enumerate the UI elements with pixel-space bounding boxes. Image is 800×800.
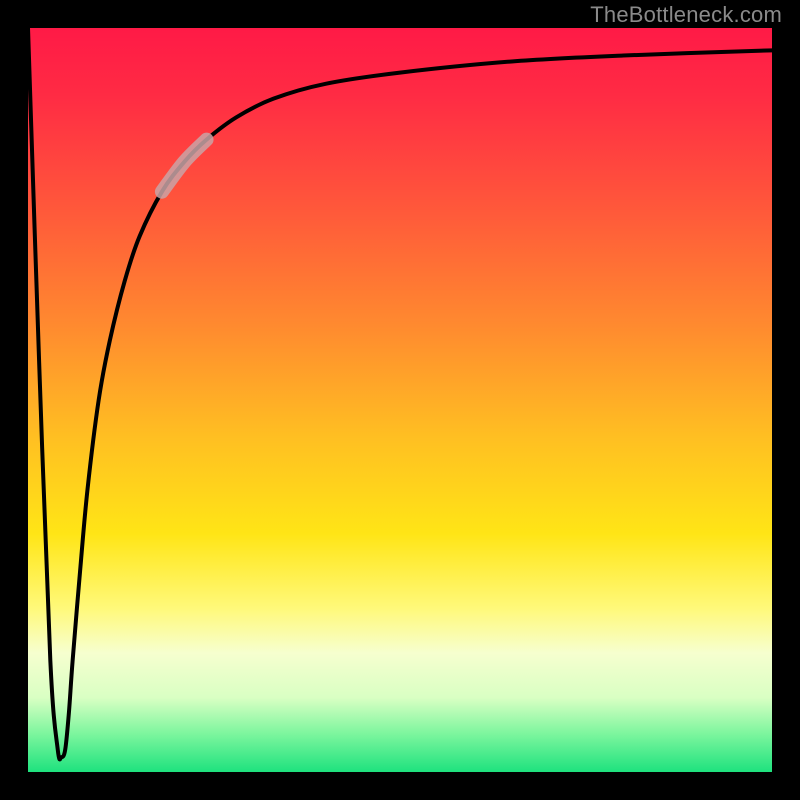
- chart-plot-area: [28, 28, 772, 772]
- attribution-text: TheBottleneck.com: [590, 2, 782, 28]
- bottleneck-curve-path: [28, 28, 772, 759]
- chart-curve-svg: [28, 28, 772, 772]
- bottleneck-curve-highlight: [162, 140, 207, 192]
